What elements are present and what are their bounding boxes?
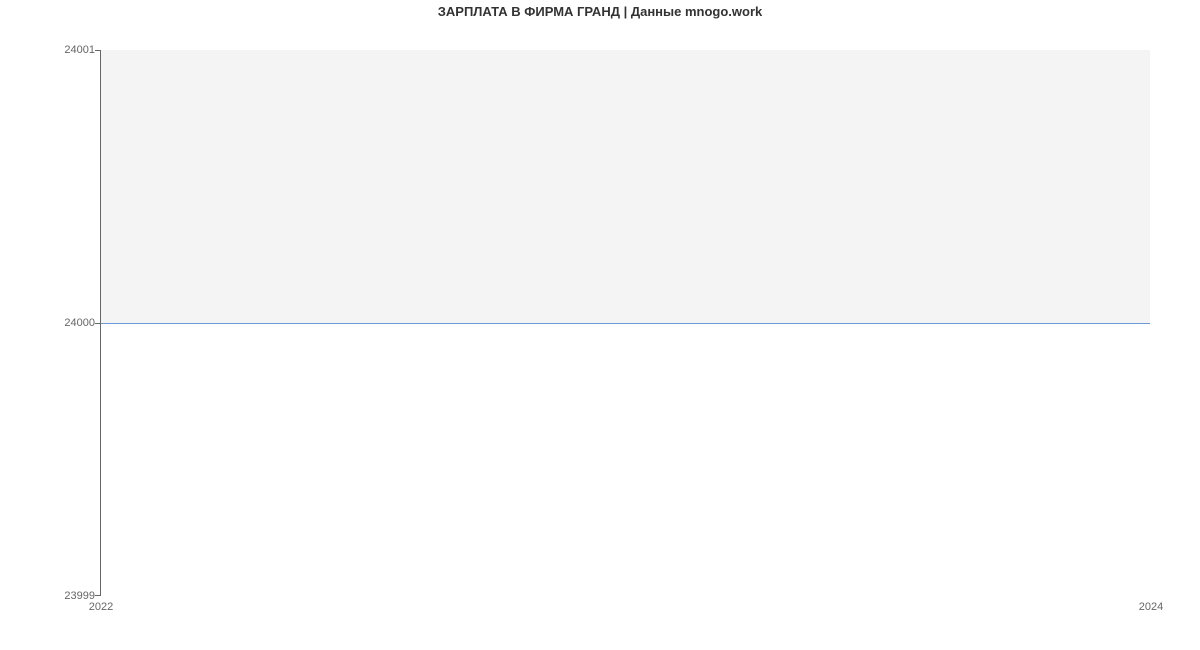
y-tick-mark — [95, 595, 101, 596]
y-tick-mark — [95, 50, 101, 51]
y-tick-label: 24000 — [5, 317, 95, 329]
y-tick-label: 24001 — [5, 44, 95, 56]
chart-title: ЗАРПЛАТА В ФИРМА ГРАНД | Данные mnogo.wo… — [0, 4, 1200, 19]
chart-container: ЗАРПЛАТА В ФИРМА ГРАНД | Данные mnogo.wo… — [0, 0, 1200, 650]
series-line-salary — [101, 323, 1150, 324]
y-tick-mark — [95, 323, 101, 324]
plot-area: 24001 24000 23999 2022 2024 — [100, 50, 1150, 596]
x-tick-label: 2024 — [1139, 601, 1163, 613]
plot-lower-half — [101, 323, 1150, 596]
x-tick-label: 2022 — [89, 601, 113, 613]
y-tick-label: 23999 — [5, 590, 95, 602]
